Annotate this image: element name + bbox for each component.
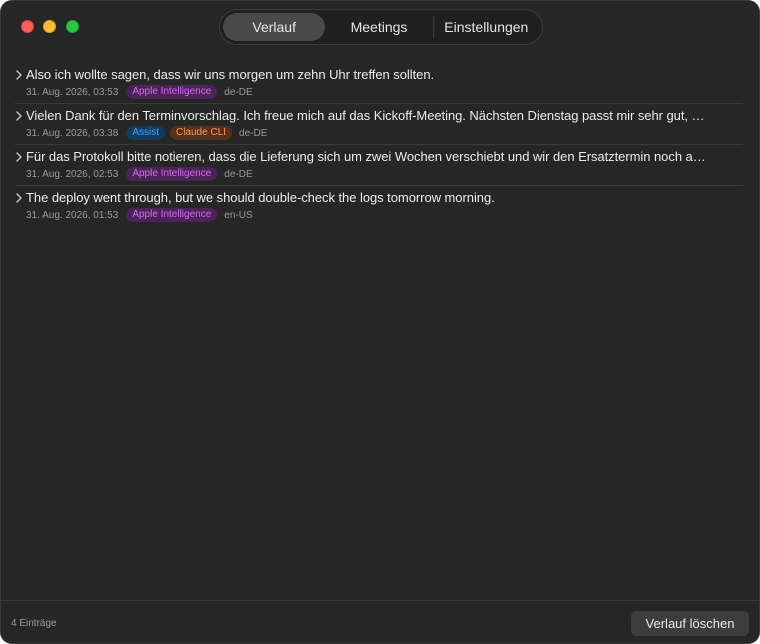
app-window: Verlauf Meetings Einstellungen Also ich … [0, 0, 760, 644]
entry-meta: 31. Aug. 2026, 03:53 Apple Intelligence … [26, 85, 253, 99]
entry-text: The deploy went through, but we should d… [26, 190, 495, 205]
tab-meetings[interactable]: Meetings [325, 13, 432, 41]
entry-language: de-DE [239, 127, 268, 139]
entry-date: 31. Aug. 2026, 02:53 [26, 168, 119, 180]
chevron-right-icon[interactable] [15, 109, 25, 123]
badge-claude-cli: Claude CLI [169, 126, 233, 140]
history-entry[interactable]: Für das Protokoll bitte notieren, dass d… [15, 145, 743, 186]
close-button[interactable] [21, 20, 34, 33]
entry-language: de-DE [224, 168, 253, 180]
minimize-button[interactable] [43, 20, 56, 33]
entry-language: de-DE [224, 86, 253, 98]
chevron-right-icon[interactable] [15, 150, 25, 164]
entry-meta: 31. Aug. 2026, 02:53 Apple Intelligence … [26, 167, 253, 181]
tab-einstellungen[interactable]: Einstellungen [432, 16, 539, 38]
entry-text: Also ich wollte sagen, dass wir uns morg… [26, 67, 435, 82]
titlebar: Verlauf Meetings Einstellungen [1, 1, 759, 53]
entry-text: Vielen Dank für den Terminvorschlag. Ich… [26, 108, 705, 123]
entry-meta: 31. Aug. 2026, 03:38 Assist Claude CLI d… [26, 126, 267, 140]
history-entry[interactable]: Also ich wollte sagen, dass wir uns morg… [15, 63, 743, 104]
entry-text: Für das Protokoll bitte notieren, dass d… [26, 149, 706, 164]
entry-language: en-US [224, 209, 253, 221]
chevron-right-icon[interactable] [15, 68, 25, 82]
badge-assist: Assist [126, 126, 165, 140]
history-entry[interactable]: Vielen Dank für den Terminvorschlag. Ich… [15, 104, 743, 145]
entry-date: 31. Aug. 2026, 03:38 [26, 127, 119, 139]
entry-count: 4 Einträge [11, 618, 57, 629]
entry-meta: 31. Aug. 2026, 01:53 Apple Intelligence … [26, 208, 253, 222]
entry-date: 31. Aug. 2026, 01:53 [26, 209, 119, 221]
badge-apple-intelligence: Apple Intelligence [126, 167, 218, 181]
footer-bar: 4 Einträge Verlauf löschen [1, 600, 759, 643]
tab-verlauf[interactable]: Verlauf [223, 13, 326, 41]
zoom-button[interactable] [66, 20, 79, 33]
history-list: Also ich wollte sagen, dass wir uns morg… [1, 63, 759, 227]
chevron-right-icon[interactable] [15, 191, 25, 205]
view-switcher: Verlauf Meetings Einstellungen [219, 9, 543, 45]
badge-apple-intelligence: Apple Intelligence [126, 85, 218, 99]
clear-history-button[interactable]: Verlauf löschen [631, 611, 749, 636]
history-entry[interactable]: The deploy went through, but we should d… [15, 186, 743, 227]
entry-date: 31. Aug. 2026, 03:53 [26, 86, 119, 98]
badge-apple-intelligence: Apple Intelligence [126, 208, 218, 222]
